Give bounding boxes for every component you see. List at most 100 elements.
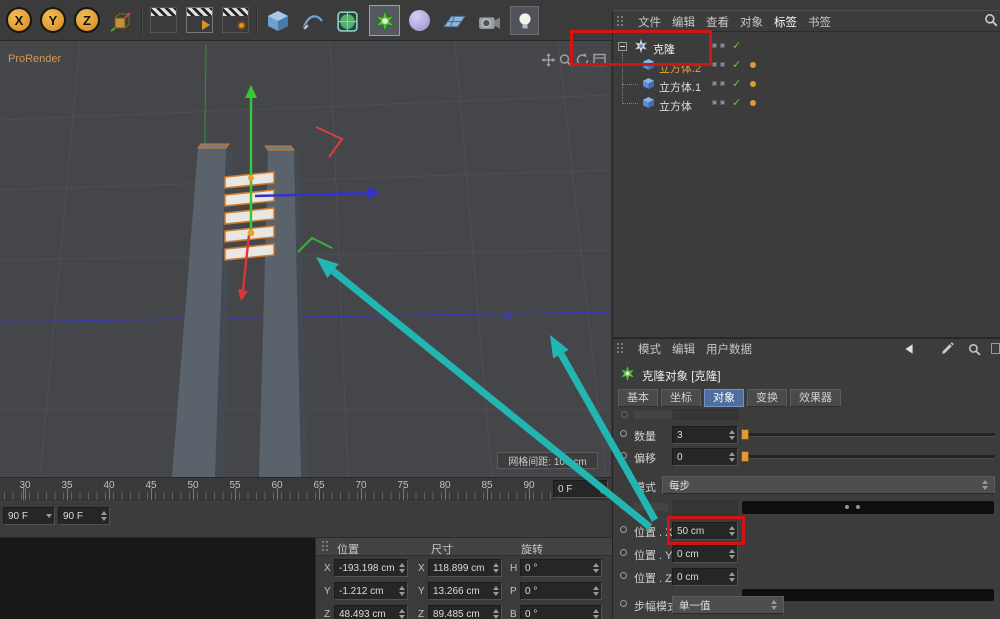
rotate-view-icon[interactable] [575,53,590,67]
keyframe-circle[interactable] [620,526,627,533]
cloner-object-icon[interactable] [634,39,648,53]
visibility-dot[interactable] [720,100,725,105]
add-metaball-button[interactable] [405,6,434,35]
timeline-ruler[interactable]: 3035 4045 5055 6065 7075 8085 90 0 F [0,477,611,500]
add-light-button[interactable] [510,6,539,35]
keyframe-circle[interactable] [620,430,627,437]
count-slider-groove[interactable] [741,433,995,437]
menu-object[interactable]: 对象 [740,14,763,30]
clipped-icon[interactable] [991,343,1000,354]
stepper[interactable] [593,586,599,596]
z-axis-handle[interactable] [243,235,249,290]
end-frame-field[interactable]: 90 F [58,507,110,525]
axis-lock-x-button[interactable]: X [6,7,32,33]
back-arrow-icon[interactable] [903,343,915,355]
add-camera-button[interactable] [475,6,504,35]
position-z-field[interactable]: 0 cm [672,568,738,586]
panel-grip-icon[interactable] [617,343,625,355]
coordinate-system-button[interactable] [106,6,135,35]
stepper[interactable] [593,563,599,573]
origin-dot[interactable] [248,230,255,237]
enable-check-icon[interactable]: ✓ [732,79,741,90]
stepper[interactable] [599,484,605,494]
object-label-cloner[interactable]: 克隆 [653,41,675,57]
stepper[interactable] [729,526,735,536]
menu-mode[interactable]: 模式 [638,341,661,357]
cube-object-icon[interactable] [642,58,655,71]
render-view-button[interactable] [150,7,177,33]
pan-view-icon[interactable] [541,53,556,67]
size-y-field[interactable]: 13.266 cm [428,582,502,600]
menu-tags[interactable]: 标签 [774,14,797,30]
position-y-field[interactable]: 0 cm [672,545,738,563]
rotation-p-field[interactable]: 0 ° [520,582,602,600]
keyframe-circle[interactable] [620,600,627,607]
menu-user-data[interactable]: 用户数据 [706,341,752,357]
stepper[interactable] [729,452,735,462]
tab-basic[interactable]: 基本 [618,389,658,407]
menu-edit[interactable]: 编辑 [672,341,695,357]
stepper[interactable] [729,430,735,440]
search-icon[interactable] [984,13,998,27]
toggle-view-icon[interactable] [592,53,607,67]
viewport[interactable]: ProRender 网格间距: 100 cm [0,41,611,477]
position-y-field[interactable]: -1.212 cm [334,582,408,600]
cloned-steps[interactable] [225,172,274,260]
visibility-dot[interactable] [720,43,725,48]
rotation-h-field[interactable]: 0 ° [520,559,602,577]
object-label-cube[interactable]: 立方体 [659,98,692,114]
visibility-dot[interactable] [720,62,725,67]
keyframe-circle[interactable] [620,572,627,579]
stepper[interactable] [493,563,499,573]
tab-effectors[interactable]: 效果器 [790,389,841,407]
left-pillar[interactable] [172,144,233,477]
count-slider-handle[interactable] [741,429,749,440]
menu-bookmarks[interactable]: 书签 [808,14,831,30]
offset-slider-handle[interactable] [741,451,749,462]
tab-object[interactable]: 对象 [704,389,744,407]
frame-range-dropdown[interactable]: 90 F [3,507,55,525]
stepper[interactable] [729,549,735,559]
visibility-dot[interactable] [712,100,717,105]
visibility-dot[interactable] [712,43,717,48]
tab-transform[interactable]: 变换 [747,389,787,407]
stepper[interactable] [101,511,107,521]
menu-view[interactable]: 查看 [706,14,729,30]
enable-check-icon[interactable]: ✓ [732,60,741,71]
expander-icon[interactable] [618,42,627,51]
mode-dropdown[interactable]: 每步 [662,476,995,494]
plane-handle-red[interactable] [316,127,342,157]
layer-dot[interactable] [750,81,756,87]
add-floor-button[interactable] [440,6,469,35]
search-icon[interactable] [968,343,981,356]
visibility-dot[interactable] [712,81,717,86]
add-cube-button[interactable] [263,6,292,35]
render-picture-viewer-button[interactable] [186,7,213,33]
object-label-cube2[interactable]: 立方体.2 [659,60,701,76]
mograph-cloner-button[interactable] [369,5,400,36]
stepper[interactable] [729,572,735,582]
count-field[interactable]: 3 [672,426,738,444]
handle-dot[interactable] [248,175,254,181]
menu-file[interactable]: 文件 [638,14,661,30]
stepper[interactable] [593,609,599,619]
tab-coordinates[interactable]: 坐标 [661,389,701,407]
step-mode-dropdown[interactable]: 单一值 [672,596,784,614]
position-x-field[interactable]: 50 cm [672,522,738,540]
size-x-field[interactable]: 118.899 cm [428,559,502,577]
zoom-view-icon[interactable] [558,53,573,67]
current-frame-field[interactable]: 0 F [553,480,608,498]
layer-dot[interactable] [750,62,756,68]
menu-edit[interactable]: 编辑 [672,14,695,30]
stepper[interactable] [399,609,405,619]
render-settings-button[interactable] [222,7,249,33]
axis-lock-y-button[interactable]: Y [40,7,66,33]
size-z-field[interactable]: 89.485 cm [428,605,502,619]
stepper[interactable] [399,563,405,573]
position-x-field[interactable]: -193.198 cm [334,559,408,577]
edit-pencil-icon[interactable] [941,342,954,355]
object-label-cube1[interactable]: 立方体.1 [659,79,701,95]
panel-grip-icon[interactable] [322,541,330,553]
stepper[interactable] [493,609,499,619]
plane-handle-green[interactable] [298,238,332,252]
